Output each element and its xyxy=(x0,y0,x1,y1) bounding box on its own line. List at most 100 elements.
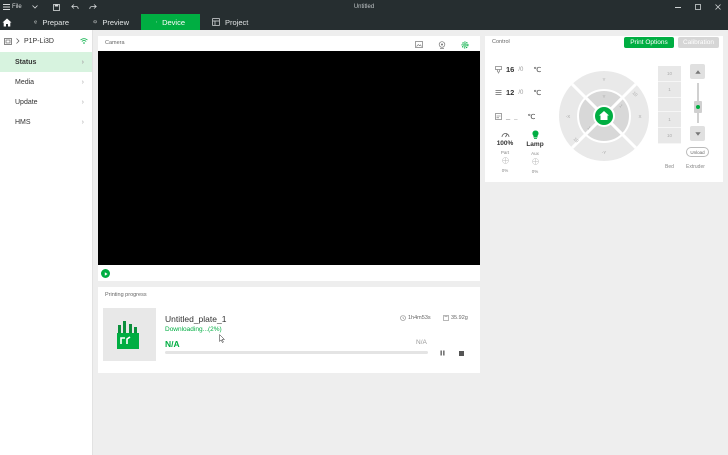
unload-button[interactable]: Unload xyxy=(686,147,709,157)
plate-model-icon xyxy=(117,321,139,349)
main-tab-bar: Prepare Preview Device Project xyxy=(0,14,728,30)
jog-y-minus: -Y xyxy=(602,150,607,155)
menu-dropdown[interactable] xyxy=(31,0,38,14)
print-options-button[interactable]: Print Options xyxy=(624,37,674,48)
tab-prepare-label: Prepare xyxy=(42,17,69,27)
printing-progress-title: Printing progress xyxy=(105,292,147,298)
project-icon xyxy=(212,18,220,26)
xy-jog-wheel[interactable]: Y Y -X X -Y 10 1 1 10 xyxy=(558,70,650,162)
printer-icon xyxy=(4,37,12,45)
image-icon xyxy=(414,41,423,48)
home-icon xyxy=(2,18,12,26)
camera-feed xyxy=(98,51,480,265)
tab-device[interactable]: Device xyxy=(141,14,200,30)
bed-axis-controls: 10 1 1 10 xyxy=(658,66,681,144)
title-bar: File Untitled xyxy=(0,0,728,14)
sidebar-item-label: Media xyxy=(15,78,35,86)
camera-play-button[interactable] xyxy=(101,269,110,278)
camera-settings-button[interactable] xyxy=(459,39,470,50)
maximize-button[interactable] xyxy=(688,0,708,14)
bed-up-10-button[interactable]: 10 xyxy=(658,66,681,82)
close-button[interactable] xyxy=(708,0,728,14)
part-fan-percent: 0% xyxy=(501,168,509,173)
camera-panel: Camera xyxy=(98,36,480,281)
extruder-up-button[interactable] xyxy=(690,64,705,79)
lamp-control[interactable]: Lamp Aux 0% xyxy=(526,130,544,174)
chevron-right-icon: › xyxy=(81,118,84,126)
save-icon xyxy=(52,3,60,11)
bed-axis-label: Bed xyxy=(665,164,674,170)
wifi-icon xyxy=(80,38,88,44)
sidebar-item-label: Status xyxy=(15,58,37,66)
nozzle-temp[interactable]: 16 /0 ℃ xyxy=(495,65,541,74)
stop-button[interactable] xyxy=(459,351,464,356)
camera-icon xyxy=(438,40,445,49)
redo-button[interactable] xyxy=(89,0,97,14)
bed-heat-icon xyxy=(495,90,502,95)
pause-button[interactable] xyxy=(440,350,445,358)
aux-fan-percent: 0% xyxy=(531,169,539,174)
home-tab[interactable] xyxy=(0,14,14,30)
bed-up-1-button[interactable]: 1 xyxy=(658,82,681,98)
extruder-down-button[interactable] xyxy=(690,126,705,141)
camera-toolbar xyxy=(413,39,470,50)
sidebar-item-update[interactable]: Update › xyxy=(0,92,92,112)
play-icon xyxy=(104,271,108,276)
bed-step-label: 10 xyxy=(666,133,672,138)
sidebar-item-media[interactable]: Media › xyxy=(0,72,92,92)
bed-step-label: 1 xyxy=(668,87,671,92)
save-button[interactable] xyxy=(52,0,60,14)
extruder-icon xyxy=(694,83,702,123)
chamber-temp-target: _ xyxy=(514,113,518,120)
gear-icon xyxy=(461,41,468,48)
tab-prepare[interactable]: Prepare xyxy=(22,14,81,30)
undo-button[interactable] xyxy=(70,0,79,14)
undo-icon xyxy=(70,4,79,10)
chamber-temp: _ _ ℃ xyxy=(495,112,535,121)
triangle-up-icon xyxy=(694,69,701,74)
minimize-button[interactable] xyxy=(668,0,688,14)
bed-down-1-button[interactable]: 1 xyxy=(658,112,681,128)
tab-preview-label: Preview xyxy=(102,17,129,27)
hamburger-icon xyxy=(3,4,10,10)
job-status: Downloading...(2%) xyxy=(165,326,222,333)
bed-temp-current: 12 xyxy=(506,88,515,97)
job-weight-value: 35.92g xyxy=(451,315,468,321)
nozzle-temp-unit: ℃ xyxy=(533,66,542,74)
camera-record-button[interactable] xyxy=(436,39,447,50)
tab-preview[interactable]: Preview xyxy=(81,14,141,30)
nozzle-temp-current: 16 xyxy=(506,65,515,74)
chamber-icon xyxy=(495,113,502,120)
camera-snapshot-button[interactable] xyxy=(413,39,424,50)
printing-progress-panel: Printing progress Untitled_plate_1 Downl… xyxy=(98,287,480,373)
sidebar-item-status[interactable]: Status › xyxy=(0,52,92,72)
printer-name: P1P-Li3D xyxy=(24,37,54,45)
window-title: Untitled xyxy=(353,4,375,10)
file-menu[interactable]: File xyxy=(0,0,22,14)
maximize-icon xyxy=(695,4,701,10)
fan-icon xyxy=(501,157,509,164)
chevron-right-icon: › xyxy=(81,58,84,66)
job-time: 1h4m53s xyxy=(400,315,431,321)
bed-temp-unit: ℃ xyxy=(533,89,542,97)
job-weight: 35.92g xyxy=(443,315,468,321)
chamber-temp-unit: ℃ xyxy=(527,113,536,121)
triangle-down-icon xyxy=(694,131,701,136)
nozzle-temp-target: /0 xyxy=(518,66,524,73)
calibration-button[interactable]: Calibration xyxy=(678,37,719,48)
bed-temp[interactable]: 12 /0 ℃ xyxy=(495,88,541,97)
lamp-icon xyxy=(531,130,539,139)
jog-y-plus: Y xyxy=(602,77,605,82)
control-title: Control xyxy=(492,39,510,45)
fan-icon xyxy=(531,158,539,165)
extruder-label: Extruder xyxy=(686,164,705,170)
chamber-temp-current: _ xyxy=(506,112,511,121)
job-layers: N/A xyxy=(416,339,427,346)
jog-x-minus: -X xyxy=(566,114,571,119)
printer-selector[interactable]: P1P-Li3D xyxy=(0,30,92,52)
tab-project[interactable]: Project xyxy=(200,14,260,30)
part-fan-control[interactable]: 100% Part 0% xyxy=(496,131,514,173)
sidebar-item-hms[interactable]: HMS › xyxy=(0,112,92,132)
jog-y-plus-small: Y xyxy=(602,94,605,99)
bed-down-10-button[interactable]: 10 xyxy=(658,128,681,144)
